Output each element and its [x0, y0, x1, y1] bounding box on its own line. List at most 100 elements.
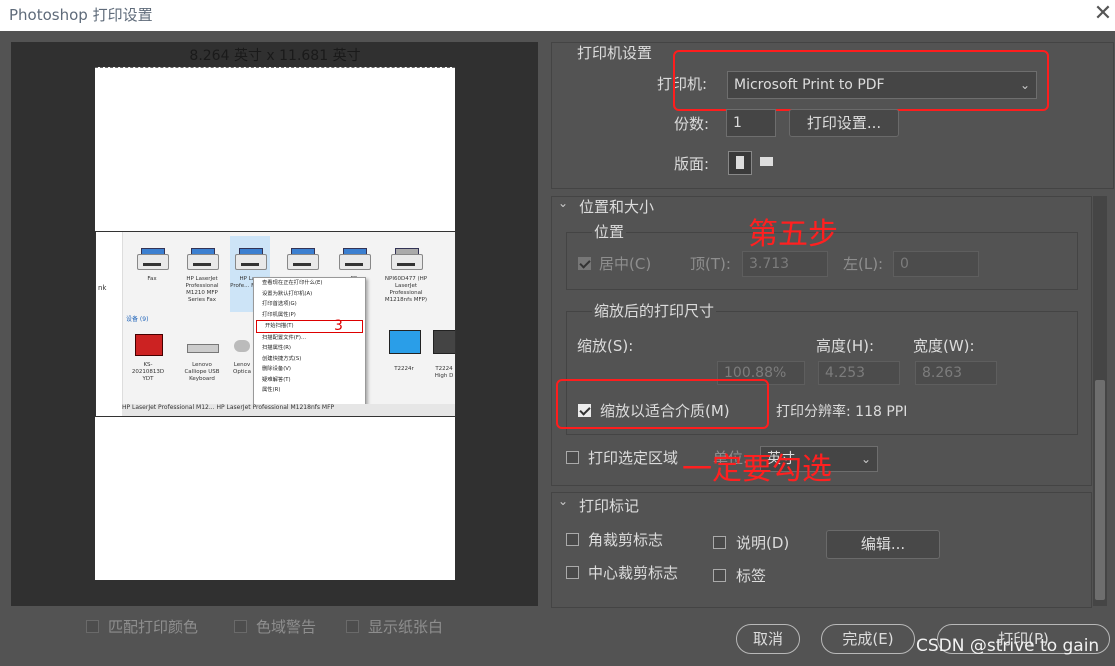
scale-label: 缩放(S): — [577, 337, 634, 355]
landscape-layout-icon[interactable] — [755, 151, 777, 173]
match-print-colors-checkbox[interactable] — [86, 620, 99, 633]
device-label: Lenov Optica — [233, 362, 251, 375]
scaled-size-group-label: 缩放后的打印尺寸 — [592, 300, 717, 321]
center-crop-label: 中心裁剪标志 — [588, 564, 679, 582]
context-menu-item: 删除设备(V) — [262, 366, 291, 372]
collapse-chevron-icon[interactable]: ⌄ — [558, 494, 568, 508]
top-label: 顶(T): — [690, 255, 731, 273]
device-label: NPI60D477 (HP LaserJet Professional M121… — [384, 276, 428, 303]
cancel-button[interactable]: 取消 — [736, 624, 800, 654]
center-label: 居中(C) — [599, 255, 652, 273]
annotation-must-check: 一定要勾选 — [682, 452, 832, 487]
collapse-chevron-icon[interactable]: ⌄ — [558, 196, 568, 210]
device-keyboard: Lenovo Calliope USB Keyboard — [182, 332, 222, 383]
keyboard-icon — [185, 332, 219, 358]
image-status-bar: HP LaserJet Professional M12... HP Laser… — [122, 404, 455, 416]
print-settings-button[interactable]: 打印设置... — [789, 109, 899, 137]
printer-icon — [337, 246, 371, 272]
print-marks-heading: 打印标记 — [579, 497, 640, 515]
computer-icon — [131, 332, 165, 358]
printer-icon — [135, 246, 169, 272]
context-menu-item: 扫描配置文件(F)... — [262, 334, 307, 341]
device-npi: NPI60D477 (HP LaserJet Professional M121… — [384, 246, 428, 304]
annotation-step-five: 第五步 — [748, 217, 838, 252]
portrait-layout-icon[interactable] — [728, 151, 752, 175]
corner-crop-label: 角裁剪标志 — [588, 531, 664, 549]
device-label: KS-20210813D YDT — [131, 362, 165, 382]
paper-size-label: 8.264 英寸 x 11.681 英寸 — [189, 48, 361, 64]
annotation-highlight-printer — [673, 50, 1049, 111]
position-group-label: 位置 — [592, 221, 627, 242]
show-paper-white-label: 显示纸张白 — [368, 618, 444, 636]
scrollbar-thumb[interactable] — [1095, 380, 1105, 600]
description-label: 说明(D) — [736, 534, 790, 552]
image-sidebar-label: nk — [98, 284, 107, 292]
print-selection-label: 打印选定区域 — [588, 449, 679, 467]
context-menu-item: 扫描属性(R) — [262, 345, 292, 351]
copies-input[interactable]: 1 — [726, 109, 776, 137]
width-input[interactable]: 8.263 — [915, 361, 997, 385]
center-checkbox[interactable] — [578, 257, 591, 270]
context-menu-item: 设置为默认打印机(A) — [262, 290, 313, 297]
context-menu-item: 打印首选项(G) — [262, 301, 297, 307]
device-label: Fax — [147, 276, 157, 282]
context-menu-item: 打印机属性(P) — [262, 311, 296, 318]
device-hp-fax: HP LaserJet Professional M1210 MFP Serie… — [182, 246, 222, 304]
done-button[interactable]: 完成(E) — [821, 624, 915, 654]
context-menu: 查看现在正在打印什么(E) 设置为默认打印机(A) 打印首选项(G) 打印机属性… — [253, 277, 366, 409]
gamut-warning-label: 色域警告 — [256, 618, 317, 636]
context-menu-item: 查看现在正在打印什么(E) — [262, 280, 323, 286]
device-group-label: 设备 (9) — [126, 316, 149, 323]
left-input[interactable]: 0 — [893, 251, 979, 277]
show-paper-white-checkbox[interactable] — [346, 620, 359, 633]
close-icon[interactable]: ✕ — [1090, 0, 1115, 31]
gamut-warning-checkbox[interactable] — [234, 620, 247, 633]
device-printer-4 — [282, 246, 322, 276]
device-computer: KS-20210813D YDT — [128, 332, 168, 383]
window-title: Photoshop 打印设置 — [9, 6, 153, 24]
annotation-highlight-fit-media — [556, 379, 769, 429]
edit-button[interactable]: 编辑... — [826, 530, 940, 559]
preview-image: nk Fax HP LaserJet Professional M1210 MF… — [95, 231, 456, 417]
image-sidebar: nk — [96, 232, 123, 416]
device-label: T2224r — [394, 366, 414, 372]
watermark: CSDN @strive to gain — [916, 636, 1100, 656]
left-label: 左(L): — [843, 255, 884, 273]
print-resolution-text: 打印分辨率: 118 PPI — [776, 404, 908, 420]
description-checkbox[interactable] — [713, 536, 726, 549]
device-fax: Fax — [132, 246, 172, 283]
device-label: Lenovo Calliope USB Keyboard — [184, 362, 220, 382]
printer-settings-heading: 打印机设置 — [577, 44, 653, 62]
device-mouse: Lenov Optica — [230, 332, 254, 376]
top-input[interactable]: 3.713 — [742, 251, 828, 277]
height-label: 高度(H): — [816, 337, 875, 355]
device-label: HP LaserJet Professional M1210 MFP Serie… — [185, 276, 219, 303]
context-menu-item: 疑难解答(T) — [262, 376, 291, 383]
context-menu-item: 属性(R) — [262, 387, 281, 393]
monitor-icon — [387, 328, 421, 362]
title-bar: Photoshop 打印设置 ✕ — [0, 0, 1115, 31]
corner-crop-checkbox[interactable] — [566, 533, 579, 546]
printer-icon — [185, 246, 219, 272]
device-monitor: T2224r — [384, 328, 424, 373]
copies-label: 份数: — [674, 115, 710, 133]
annotation-number: 3 — [334, 318, 343, 334]
printer-icon — [233, 246, 267, 272]
device-monitor-2: T2224 High D — [430, 328, 455, 380]
position-size-heading: 位置和大小 — [579, 198, 655, 214]
match-print-colors-label: 匹配打印颜色 — [108, 618, 199, 636]
height-input[interactable]: 4.253 — [818, 361, 900, 385]
width-label: 宽度(W): — [913, 337, 975, 355]
layout-label: 版面: — [674, 155, 710, 173]
labels-label: 标签 — [736, 567, 767, 585]
context-menu-item: 创建快捷方式(S) — [262, 355, 302, 362]
context-menu-item-highlighted: 开始扫描(T) — [256, 320, 363, 333]
chevron-down-icon: ⌄ — [860, 452, 871, 466]
labels-checkbox[interactable] — [713, 569, 726, 582]
mouse-icon — [232, 332, 252, 358]
printer-icon — [389, 246, 423, 272]
print-selection-checkbox[interactable] — [566, 451, 579, 464]
center-crop-checkbox[interactable] — [566, 566, 579, 579]
printer-icon — [285, 246, 319, 272]
device-label: T2224 High D — [434, 366, 454, 379]
